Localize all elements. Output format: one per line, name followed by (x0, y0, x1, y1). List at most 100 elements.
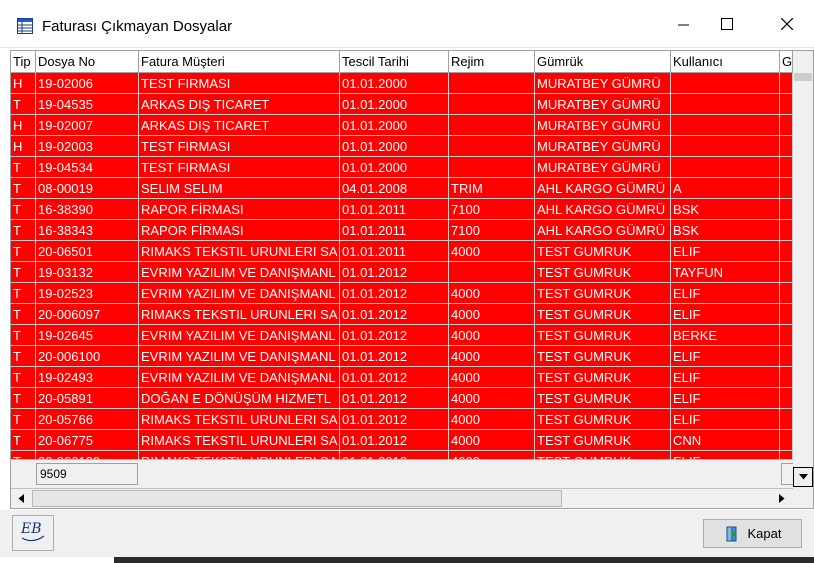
vertical-scrollbar[interactable] (793, 51, 813, 487)
cell-kullanici: ELIF (671, 241, 780, 262)
cell-dosya-no: 20-006139 (36, 451, 139, 459)
cell-rejim (449, 157, 535, 178)
cell-kullanici: ELIF (671, 388, 780, 409)
cell-fatura-musteri: TEST FIRMASI (139, 157, 340, 178)
table-row[interactable]: T 19-02493 EVRIM YAZILIM VE DANIŞMANL 01.01… (11, 367, 793, 388)
table-row[interactable]: T 20-006097 RIMAKS TEKSTIL URUNLERI SA 01.0… (11, 304, 793, 325)
table-row[interactable]: H 19-02007 ARKAS DIŞ TICARET 01.01.2000 MURA… (11, 115, 793, 136)
grid-header: Tip Dosya No Fatura Müşteri Tescil Tarihi Re… (11, 51, 793, 73)
eb-logo-button[interactable]: EB (12, 515, 54, 551)
table-row[interactable]: T20-006139RIMAKS TEKSTIL URUNLERI SA01.0… (11, 451, 793, 459)
table-row[interactable]: T 20-006100 EVRIM YAZILIM VE DANIŞMANL 01.0… (11, 346, 793, 367)
cell-rejim: 4000 (449, 283, 535, 304)
cell-dosya-no: 20-05766 (36, 409, 139, 430)
cell-tip: T (11, 157, 36, 178)
cell-kullanici (671, 157, 780, 178)
cell-rejim: 7100 (449, 220, 535, 241)
maximize-icon (721, 18, 733, 30)
cell-fatura-musteri: RIMAKS TEKSTIL URUNLERI SA (139, 304, 340, 325)
cell-gumruk: TEST GUMRUK (535, 388, 671, 409)
column-header-tescil-tarihi[interactable]: Tescil Tarihi (340, 51, 449, 73)
scroll-down-button[interactable] (793, 467, 813, 487)
data-grid[interactable]: Tip Dosya No Fatura Müşteri Tescil Tarihi Re… (10, 50, 814, 509)
cell-g (780, 136, 793, 157)
cell-tip: T (11, 220, 36, 241)
column-header-dosya-no[interactable]: Dosya No (36, 51, 139, 73)
table-row[interactable]: H 19-02003 TEST FIRMASI 01.01.2000 MURATBEY … (11, 136, 793, 157)
cell-rejim: 4000 (449, 388, 535, 409)
kapat-button[interactable]: Kapat (703, 519, 802, 548)
cell-fatura-musteri: ARKAS DIŞ TICARET (139, 115, 340, 136)
cell-fatura-musteri: RAPOR FİRMASI (139, 199, 340, 220)
cell-fatura-musteri: EVRIM YAZILIM VE DANIŞMANL (139, 346, 340, 367)
column-header-kullanici[interactable]: Kullanıcı (671, 51, 780, 73)
cell-g (780, 94, 793, 115)
svg-text:EB: EB (20, 521, 42, 537)
cell-tip: T (11, 451, 36, 459)
column-header-rejim[interactable]: Rejim (449, 51, 535, 73)
cell-tescil-tarihi: 01.01.2012 (340, 409, 449, 430)
table-row[interactable]: T 20-06501 RIMAKS TEKSTIL URUNLERI SA 01.01… (11, 241, 793, 262)
cell-g (780, 262, 793, 283)
cell-rejim: 4000 (449, 409, 535, 430)
cell-tip: T (11, 367, 36, 388)
cell-kullanici: CNN (671, 430, 780, 451)
table-row[interactable]: T 20-06775 RIMAKS TEKSTIL URUNLERI SA 01.01… (11, 430, 793, 451)
cell-kullanici (671, 115, 780, 136)
arrow-left-icon (18, 494, 24, 503)
table-row[interactable]: T 20-05891 DOĞAN E DÖNÜŞÜM HIZMETL 01.01.20… (11, 388, 793, 409)
horizontal-scroll-thumb[interactable] (32, 490, 562, 507)
maximize-button[interactable] (704, 0, 750, 48)
table-row[interactable]: T 19-04535 ARKAS DIŞ TICARET 01.01.2000 MURA… (11, 94, 793, 115)
table-row[interactable]: T 19-02645 EVRIM YAZILIM VE DANIŞMANL 01.01… (11, 325, 793, 346)
table-row[interactable]: T 08-00019 SELIM SELIM 04.01.2008 TRIM AHL KA… (11, 178, 793, 199)
cell-tescil-tarihi: 01.01.2000 (340, 73, 449, 94)
table-row[interactable]: T 19-04534 TEST FIRMASI 01.01.2000 MURATBEY … (11, 157, 793, 178)
cell-tip: T (11, 241, 36, 262)
column-header-fatura-musteri[interactable]: Fatura Müşteri (139, 51, 340, 73)
close-window-button[interactable] (764, 0, 810, 48)
cell-dosya-no: 16-38343 (36, 220, 139, 241)
cell-tip: T (11, 304, 36, 325)
table-row[interactable]: T 20-05766 RIMAKS TEKSTIL URUNLERI SA 01.01… (11, 409, 793, 430)
grid-rows[interactable]: H 19-02006 TEST FIRMASI 01.01.2000 MURATBEY … (11, 73, 793, 459)
cell-tip: T (11, 178, 36, 199)
cell-g (780, 304, 793, 325)
cell-tescil-tarihi: 01.01.2012 (340, 304, 449, 325)
table-row[interactable]: T 16-38343 RAPOR FİRMASI 01.01.2011 7100 AHL … (11, 220, 793, 241)
cell-dosya-no: 20-05891 (36, 388, 139, 409)
table-row[interactable]: T 19-02523 EVRIM YAZILIM VE DANIŞMANL 01.01… (11, 283, 793, 304)
cell-tescil-tarihi: 04.01.2008 (340, 178, 449, 199)
cell-tescil-tarihi: 01.01.2011 (340, 220, 449, 241)
cell-tip: H (11, 115, 36, 136)
column-header-g[interactable]: G (780, 51, 793, 73)
cell-fatura-musteri: SELIM SELIM (139, 178, 340, 199)
cell-kullanici: ELIF (671, 451, 780, 459)
cell-dosya-no: 20-006100 (36, 346, 139, 367)
table-row[interactable]: T 16-38390 RAPOR FİRMASI 01.01.2011 7100 AHL … (11, 199, 793, 220)
horizontal-scrollbar[interactable] (11, 488, 793, 508)
cell-gumruk: AHL KARGO GÜMRÜ (535, 220, 671, 241)
table-row[interactable]: H 19-02006 TEST FIRMASI 01.01.2000 MURATBEY … (11, 73, 793, 94)
cell-fatura-musteri: RIMAKS TEKSTIL URUNLERI SA (139, 451, 340, 459)
scroll-right-button[interactable] (772, 489, 792, 508)
cell-tescil-tarihi: 01.01.2000 (340, 115, 449, 136)
column-header-tip[interactable]: Tip (11, 51, 36, 73)
cell-dosya-no: 19-02493 (36, 367, 139, 388)
cell-g (780, 73, 793, 94)
cell-gumruk: MURATBEY GÜMRÜ (535, 94, 671, 115)
exit-door-icon (726, 526, 737, 541)
table-row[interactable]: T 19-03132 EVRIM YAZILIM VE DANIŞMANL 01.01… (11, 262, 793, 283)
cell-gumruk: MURATBEY GÜMRÜ (535, 73, 671, 94)
cell-fatura-musteri: RIMAKS TEKSTIL URUNLERI SA (139, 409, 340, 430)
scroll-left-button[interactable] (11, 489, 31, 508)
cell-dosya-no: 19-02007 (36, 115, 139, 136)
column-header-gumruk[interactable]: Gümrük (535, 51, 671, 73)
close-icon (781, 18, 793, 30)
cell-rejim: 4000 (449, 241, 535, 262)
minimize-button[interactable] (660, 0, 706, 48)
cell-rejim (449, 262, 535, 283)
cell-gumruk: TEST GUMRUK (535, 241, 671, 262)
cell-dosya-no: 19-04535 (36, 94, 139, 115)
vertical-scroll-thumb[interactable] (794, 73, 812, 81)
